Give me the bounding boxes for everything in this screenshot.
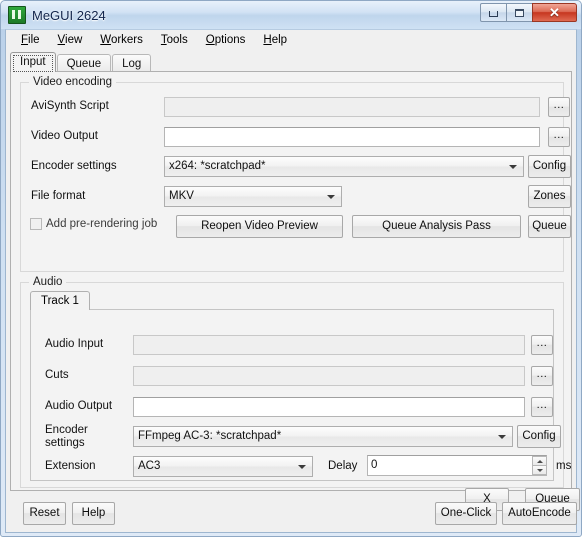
- audio-input-label: Audio Input: [45, 338, 104, 350]
- video-encoder-settings-value: x264: *scratchpad*: [169, 160, 266, 172]
- video-queue-button[interactable]: Queue: [528, 215, 571, 238]
- window-controls: ✕: [480, 3, 577, 22]
- delay-units-label: ms: [556, 460, 572, 472]
- help-button[interactable]: Help: [72, 502, 115, 525]
- extension-label: Extension: [45, 460, 96, 472]
- video-group-label: Video encoding: [29, 76, 117, 89]
- extension-combo[interactable]: AC3: [133, 456, 313, 477]
- chevron-down-icon: [327, 194, 335, 199]
- autoencode-button[interactable]: AutoEncode: [502, 502, 577, 525]
- video-output-input[interactable]: [164, 127, 540, 147]
- avisynth-browse-button[interactable]: ...: [548, 97, 570, 117]
- audio-config-button[interactable]: Config: [517, 425, 561, 448]
- audio-track-tabstrip: Track 1: [30, 291, 90, 310]
- close-button[interactable]: ✕: [532, 3, 577, 22]
- reopen-video-preview-button[interactable]: Reopen Video Preview: [176, 215, 343, 238]
- title-bar: MeGUI 2624 ✕: [1, 1, 581, 29]
- main-tabstrip: Input Queue Log: [10, 52, 152, 72]
- menu-help[interactable]: Help: [254, 32, 296, 48]
- reset-button[interactable]: Reset: [23, 502, 66, 525]
- bottom-toolbar: Reset Help One-Click AutoEncode: [10, 494, 577, 530]
- tab-input[interactable]: Input: [10, 52, 56, 72]
- delay-stepper[interactable]: [532, 456, 547, 475]
- zones-button[interactable]: Zones: [528, 185, 571, 208]
- cuts-field[interactable]: [133, 366, 525, 386]
- audio-input-field[interactable]: [133, 335, 525, 355]
- audio-track-tab-1[interactable]: Track 1: [30, 291, 90, 310]
- menu-view[interactable]: View: [49, 32, 92, 48]
- menu-tools[interactable]: Tools: [152, 32, 197, 48]
- audio-output-field[interactable]: [133, 397, 525, 417]
- minimize-icon: [489, 11, 498, 17]
- file-format-combo[interactable]: MKV: [164, 186, 342, 207]
- audio-input-browse-button[interactable]: ...: [531, 335, 553, 355]
- video-output-label: Video Output: [31, 130, 98, 142]
- menu-workers[interactable]: Workers: [91, 32, 152, 48]
- chevron-down-icon: [298, 464, 306, 469]
- focus-ring: [13, 55, 53, 72]
- audio-encoder-settings-value: FFmpeg AC-3: *scratchpad*: [138, 430, 282, 442]
- audio-encoder-settings-label: Encoder settings: [45, 424, 88, 449]
- cuts-browse-button[interactable]: ...: [531, 366, 553, 386]
- maximize-button[interactable]: [506, 3, 533, 22]
- megui-app-icon: [8, 6, 26, 24]
- one-click-button[interactable]: One-Click: [435, 502, 497, 525]
- menu-options[interactable]: Options: [197, 32, 255, 48]
- audio-group: Audio Track 1 Audio Input ... Cuts ... A…: [20, 276, 580, 511]
- queue-analysis-pass-button[interactable]: Queue Analysis Pass: [352, 215, 521, 238]
- menu-file[interactable]: File: [12, 32, 49, 48]
- delay-input[interactable]: 0: [367, 455, 547, 476]
- extension-value: AC3: [138, 460, 161, 472]
- avisynth-script-label: AviSynth Script: [31, 100, 109, 112]
- avisynth-script-input[interactable]: [164, 97, 540, 117]
- tab-queue[interactable]: Queue: [56, 54, 112, 72]
- audio-group-label: Audio: [29, 276, 67, 289]
- file-format-value: MKV: [169, 190, 194, 202]
- video-encoder-settings-label: Encoder settings: [31, 160, 117, 172]
- video-encoder-settings-combo[interactable]: x264: *scratchpad*: [164, 156, 524, 177]
- video-config-button[interactable]: Config: [528, 155, 571, 178]
- delay-label: Delay: [328, 460, 358, 472]
- chevron-down-icon: [509, 164, 517, 169]
- add-prerendering-label: Add pre-rendering job: [46, 218, 158, 230]
- video-encoding-group: Video encoding AviSynth Script ... Video…: [20, 76, 571, 272]
- file-format-label: File format: [31, 190, 86, 202]
- stepper-up-icon[interactable]: [532, 456, 547, 465]
- minimize-button[interactable]: [480, 3, 507, 22]
- menu-bar: File View Workers Tools Options Help: [6, 30, 576, 50]
- audio-output-label: Audio Output: [45, 400, 113, 412]
- tab-log[interactable]: Log: [112, 54, 152, 72]
- video-output-browse-button[interactable]: ...: [548, 127, 570, 147]
- audio-output-browse-button[interactable]: ...: [531, 397, 553, 417]
- audio-encoder-settings-combo[interactable]: FFmpeg AC-3: *scratchpad*: [133, 426, 513, 447]
- window-title: MeGUI 2624: [32, 7, 106, 23]
- chevron-down-icon: [498, 434, 506, 439]
- add-prerendering-checkbox[interactable]: Add pre-rendering job: [30, 218, 157, 230]
- input-tab-page: Video encoding AviSynth Script ... Video…: [10, 71, 580, 511]
- checkbox-box-icon: [30, 218, 42, 230]
- maximize-icon: [515, 8, 524, 17]
- audio-track-page: Audio Input ... Cuts ... Audio Output ..…: [30, 309, 580, 511]
- cuts-label: Cuts: [45, 369, 69, 381]
- stepper-down-icon[interactable]: [532, 465, 547, 475]
- application-window: MeGUI 2624 ✕ File View Workers Tools Opt…: [0, 0, 582, 537]
- client-area: File View Workers Tools Options Help Inp…: [5, 29, 580, 533]
